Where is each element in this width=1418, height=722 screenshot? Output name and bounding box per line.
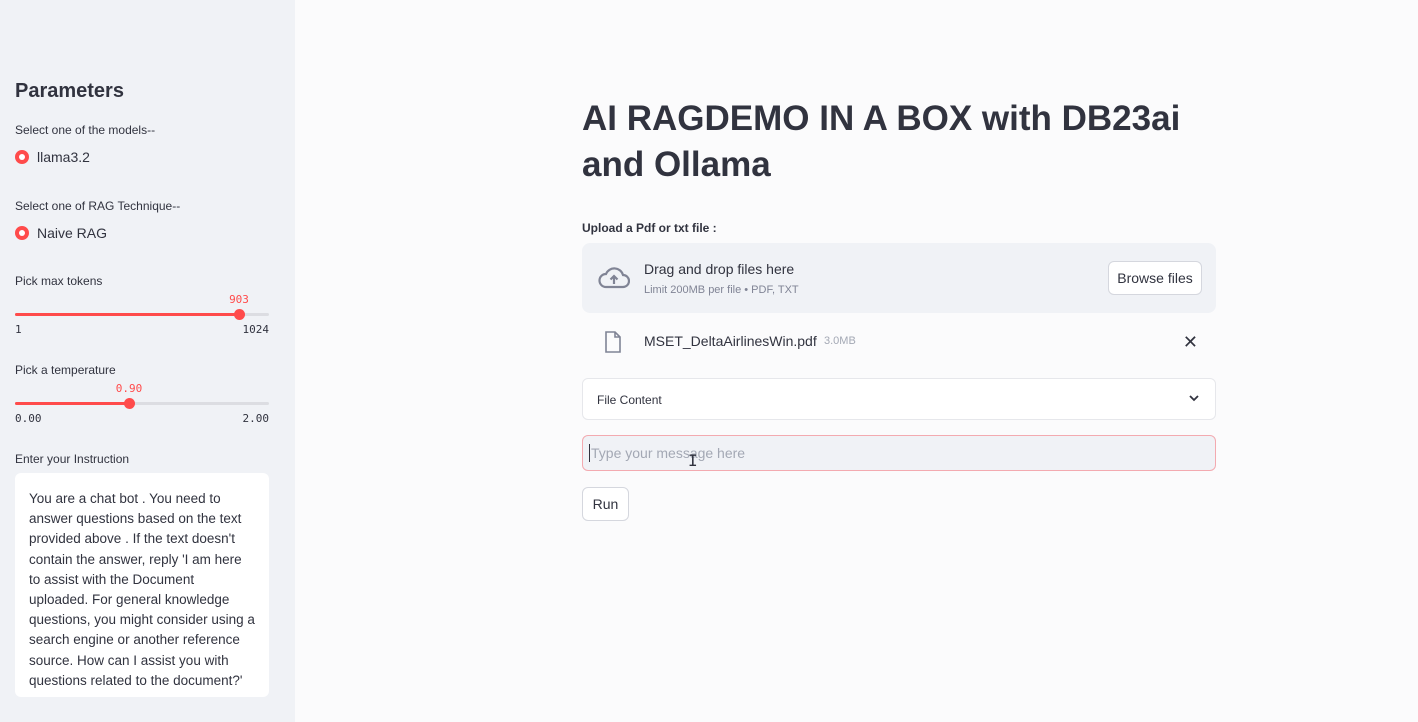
temperature-slider[interactable]: 0.90 0.00 2.00	[15, 382, 270, 425]
browse-files-button[interactable]: Browse files	[1108, 261, 1202, 295]
uploaded-file-row: MSET_DeltaAirlinesWin.pdf 3.0MB ✕	[582, 326, 1216, 358]
dropzone-limits: Limit 200MB per file • PDF, TXT	[644, 284, 799, 296]
run-button[interactable]: Run	[582, 487, 629, 521]
max-tokens-slider[interactable]: 903 1 1024	[15, 293, 270, 336]
rag-radio-label: Naive RAG	[37, 225, 108, 241]
slider-value: 903	[229, 293, 249, 306]
rag-radio-option[interactable]: Naive RAG	[15, 225, 107, 241]
file-icon	[604, 331, 622, 358]
dropzone-instructions: Drag and drop files here	[644, 261, 795, 277]
slider-fill	[15, 402, 129, 405]
page-title: AI RAGDEMO IN A BOX with DB23ai and Olla…	[582, 99, 1181, 184]
ibeam-cursor-icon: I	[688, 451, 698, 470]
upload-label: Upload a Pdf or txt file :	[582, 221, 717, 235]
slider-fill	[15, 313, 239, 316]
sidebar-title: Parameters	[15, 80, 124, 102]
model-radio-option[interactable]: llama3.2	[15, 149, 90, 165]
file-size: 3.0MB	[824, 335, 856, 347]
file-name: MSET_DeltaAirlinesWin.pdf	[644, 333, 817, 349]
rag-select-label: Select one of RAG Technique--	[15, 199, 181, 213]
radio-selected-icon	[15, 150, 29, 164]
remove-file-icon[interactable]: ✕	[1183, 333, 1198, 351]
slider-max: 1024	[242, 323, 270, 336]
slider-min: 0.00	[15, 412, 42, 425]
message-input[interactable]	[582, 435, 1216, 471]
model-select-label: Select one of the models--	[15, 123, 156, 137]
slider-thumb[interactable]	[124, 398, 135, 409]
slider-max: 2.00	[242, 412, 270, 425]
slider-thumb[interactable]	[234, 309, 245, 320]
expander-label: File Content	[597, 393, 662, 407]
file-content-expander[interactable]: File Content	[582, 378, 1216, 420]
model-radio-label: llama3.2	[37, 149, 90, 165]
cloud-upload-icon	[598, 265, 631, 296]
max-tokens-label: Pick max tokens	[15, 274, 103, 288]
instruction-label: Enter your Instruction	[15, 452, 130, 466]
slider-value: 0.90	[115, 382, 143, 395]
radio-selected-icon	[15, 226, 29, 240]
temperature-label: Pick a temperature	[15, 363, 116, 377]
text-caret	[589, 444, 590, 462]
file-dropzone[interactable]: Drag and drop files here Limit 200MB per…	[582, 243, 1216, 313]
chevron-down-icon	[1187, 391, 1201, 410]
slider-min: 1	[15, 323, 22, 336]
instruction-textarea[interactable]: You are a chat bot . You need to answer …	[15, 473, 269, 697]
sidebar: Parameters Select one of the models-- ll…	[0, 0, 295, 722]
